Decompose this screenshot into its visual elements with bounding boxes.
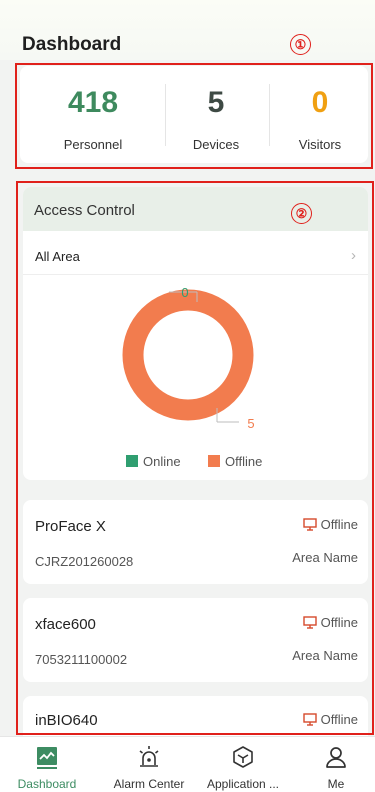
page-title: Dashboard [22, 34, 122, 55]
cube-icon [233, 746, 253, 768]
tab-alarm-center[interactable]: Alarm Center [103, 737, 195, 792]
tab-label: Application ... [206, 777, 280, 791]
tab-me[interactable]: Me [300, 737, 372, 792]
tab-label: Me [327, 777, 345, 791]
annotation-box-2 [16, 181, 374, 735]
annotation-box-1 [15, 63, 373, 169]
header: Dashboard [0, 0, 375, 60]
bottom-tab-bar: Dashboard Alarm Center Application ... M… [0, 736, 375, 792]
tab-label: Dashboard [17, 777, 77, 791]
chart-monitor-icon [37, 747, 57, 769]
tab-dashboard[interactable]: Dashboard [8, 737, 86, 792]
tab-label: Alarm Center [113, 777, 185, 791]
person-icon [326, 747, 346, 768]
annotation-marker-2: ② [291, 203, 312, 224]
annotation-marker-1: ① [290, 34, 311, 55]
alarm-siren-icon [139, 746, 159, 767]
tab-application[interactable]: Application ... [196, 737, 290, 792]
